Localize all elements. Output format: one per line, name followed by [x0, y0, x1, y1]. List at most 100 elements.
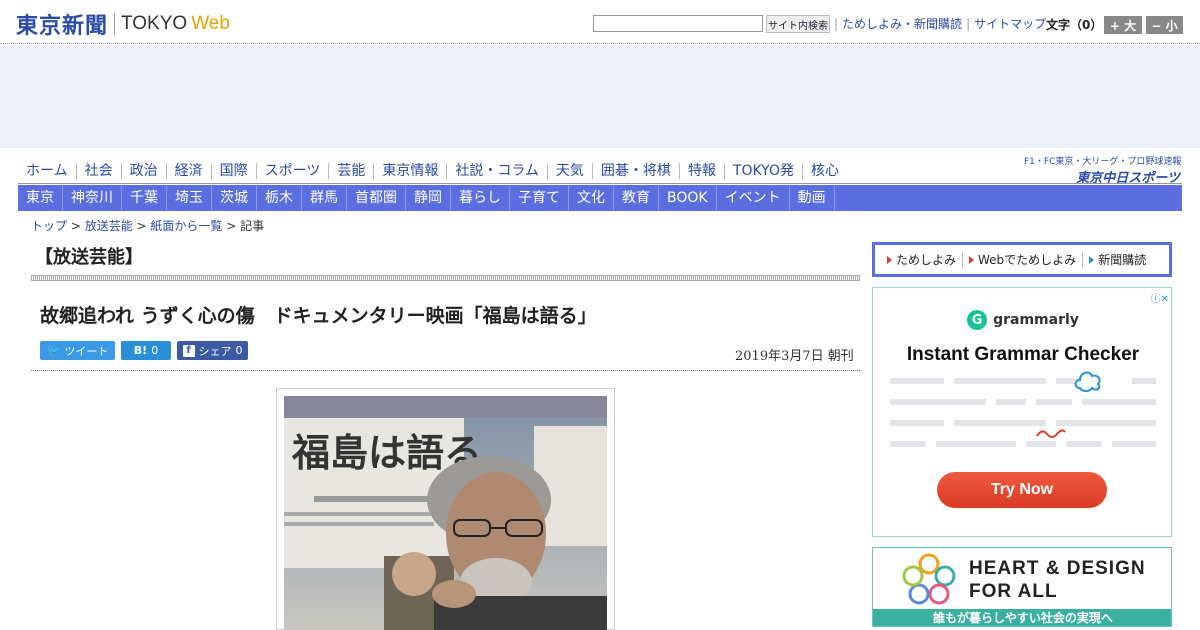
site-search-button[interactable]: サイト内検索 [766, 15, 830, 33]
nav-item-editorial[interactable]: 社説・コラム [447, 163, 548, 179]
region-item-shizuoka[interactable]: 静岡 [406, 185, 451, 211]
site-logo[interactable]: 東京新聞 TOKYO Web [16, 8, 230, 40]
facebook-share-label: シェア [198, 344, 232, 358]
sidebar-item-web-trial[interactable]: Webでためしよみ [963, 252, 1084, 267]
grammarly-name: grammarly [993, 312, 1079, 328]
breadcrumb-sep: > [67, 219, 85, 233]
breadcrumb: トップ > 放送芸能 > 紙面から一覧 > 記事 [31, 217, 264, 234]
article-date: 2019年3月7日 朝刊 [735, 349, 854, 364]
sidebar-item-label: 新聞購読 [1098, 252, 1147, 267]
region-item-gunma[interactable]: 群馬 [302, 185, 347, 211]
logo-japanese: 東京新聞 [16, 13, 109, 39]
subscription-nav: ためしよみ Webでためしよみ 新聞購読 [872, 242, 1172, 277]
tweet-label: ツイート [64, 344, 109, 358]
nav-item-international[interactable]: 国際 [212, 163, 257, 179]
top-links: | ためしよみ・新聞購読 | サイトマップ | [834, 15, 1054, 32]
nav-item-tokyo-info[interactable]: 東京情報 [374, 163, 448, 179]
nav-item-politics[interactable]: 政治 [122, 163, 167, 179]
arrow-right-icon [969, 255, 975, 264]
nav-divider [18, 183, 1182, 184]
region-item-chiba[interactable]: 千葉 [122, 185, 167, 211]
squiggle-icon [1036, 429, 1066, 438]
font-smaller-button[interactable]: − 小 [1146, 16, 1183, 34]
region-item-living[interactable]: 暮らし [451, 185, 510, 211]
breadcrumb-list[interactable]: 紙面から一覧 [150, 219, 222, 233]
photo-illustration: 福島は語る [284, 396, 607, 630]
sidebar-item-label: Webでためしよみ [978, 252, 1077, 267]
region-item-saitama[interactable]: 埼玉 [167, 185, 212, 211]
try-now-button[interactable]: Try Now [937, 472, 1107, 508]
link-sitemap[interactable]: サイトマップ [970, 15, 1050, 32]
ad-illustration [890, 371, 1156, 448]
region-nav: 東京 神奈川 千葉 埼玉 茨城 栃木 群馬 首都圏 静岡 暮らし 子育て 文化 … [18, 185, 1182, 211]
hatena-icon: B! [133, 344, 148, 357]
ad2-title-line2: FOR ALL [969, 581, 1058, 602]
grammarly-logo-icon: G [967, 310, 988, 330]
font-size-label: 文字（0） [1046, 18, 1103, 32]
sidebar-item-label: ためしよみ [896, 252, 957, 267]
logo-english: TOKYO [121, 13, 188, 34]
site-header: 東京新聞 TOKYO Web サイト内検索 | ためしよみ・新聞購読 | サイト… [0, 0, 1200, 44]
flower-logo-icon [902, 553, 956, 605]
article-photo[interactable]: 福島は語る [284, 396, 607, 630]
region-item-video[interactable]: 動画 [790, 185, 835, 211]
headline-rule [31, 370, 860, 371]
region-item-ibaraki[interactable]: 茨城 [212, 185, 257, 211]
breadcrumb-sep: > [132, 219, 151, 233]
facebook-share-count: 0 [235, 344, 243, 357]
chunichi-tagline: F1・FC東京・大リーグ・プロ野球速報 [1024, 157, 1182, 167]
heart-design-ad[interactable]: HEART & DESIGN FOR ALL 誰もが暮らしやすい社会の実現へ [872, 547, 1172, 627]
region-item-tokyo[interactable]: 東京 [18, 185, 63, 211]
region-item-education[interactable]: 教育 [614, 185, 659, 211]
font-larger-button[interactable]: + 大 [1104, 16, 1142, 34]
section-rule [31, 275, 860, 281]
grammarly-brand: G grammarly [873, 310, 1173, 330]
hatena-count: 0 [151, 344, 159, 357]
region-item-tochigi[interactable]: 栃木 [257, 185, 302, 211]
sidebar-item-trial[interactable]: ためしよみ [881, 252, 964, 267]
hatena-bookmark-button[interactable]: B! 0 [121, 341, 171, 360]
region-item-parenting[interactable]: 子育て [510, 185, 569, 211]
grammarly-ad[interactable]: ⓘ✕ G grammarly Instant Grammar Checker T… [872, 287, 1172, 537]
sidebar-item-subscribe[interactable]: 新聞購読 [1083, 253, 1152, 267]
facebook-icon: f [182, 344, 195, 357]
arrow-right-icon [887, 255, 892, 264]
breadcrumb-sep: > [222, 219, 241, 233]
twitter-bird-icon: 🐦 [46, 344, 61, 357]
nav-item-sports[interactable]: スポーツ [257, 163, 330, 179]
ad2-tagline: 誰もが暮らしやすい社会の実現へ [873, 609, 1171, 626]
nav-item-special[interactable]: 特報 [680, 163, 725, 179]
main-nav: ホーム 社会 政治 経済 国際 スポーツ 芸能 東京情報 社説・コラム 天気 囲… [18, 158, 1018, 184]
arrow-right-icon [1089, 255, 1095, 264]
nav-item-society[interactable]: 社会 [77, 163, 122, 179]
facebook-share-button[interactable]: f シェア 0 [177, 341, 248, 360]
nav-item-go-shogi[interactable]: 囲碁・将棋 [593, 163, 680, 179]
cloud-icon [1074, 371, 1101, 392]
nav-item-tokyo-hatsu[interactable]: TOKYO発 [725, 163, 803, 179]
tweet-button[interactable]: 🐦 ツイート [40, 341, 115, 360]
section-title: 【放送芸能】 [35, 247, 143, 268]
logo-divider [114, 13, 116, 35]
region-item-culture[interactable]: 文化 [569, 185, 614, 211]
article-headline: 故郷追われ うずく心の傷 ドキュメンタリー映画「福島は語る」 [40, 305, 597, 327]
region-item-event[interactable]: イベント [717, 185, 790, 211]
breadcrumb-top[interactable]: トップ [31, 219, 67, 233]
nav-item-weather[interactable]: 天気 [548, 163, 593, 179]
region-item-kanagawa[interactable]: 神奈川 [63, 185, 122, 211]
link-subscribe[interactable]: ためしよみ・新聞購読 [838, 15, 966, 32]
nav-item-economy[interactable]: 経済 [167, 163, 212, 179]
nav-item-entertainment[interactable]: 芸能 [329, 163, 375, 179]
ad2-title-line1: HEART & DESIGN [969, 558, 1146, 579]
chunichi-sports-link[interactable]: F1・FC東京・大リーグ・プロ野球速報 東京中日スポーツ [1024, 154, 1182, 186]
region-item-book[interactable]: BOOK [659, 185, 717, 211]
adchoices-icon[interactable]: ⓘ✕ [1151, 290, 1169, 305]
top-ad-banner[interactable] [0, 45, 1200, 148]
nav-item-home[interactable]: ホーム [18, 163, 77, 179]
logo-web: Web [191, 13, 230, 34]
site-search-input[interactable] [593, 15, 763, 32]
breadcrumb-section[interactable]: 放送芸能 [85, 219, 133, 233]
region-item-shutoken[interactable]: 首都圏 [347, 185, 406, 211]
ad-headline: Instant Grammar Checker [906, 344, 1140, 365]
breadcrumb-current: 記事 [240, 219, 265, 233]
nav-item-core[interactable]: 核心 [803, 163, 847, 179]
